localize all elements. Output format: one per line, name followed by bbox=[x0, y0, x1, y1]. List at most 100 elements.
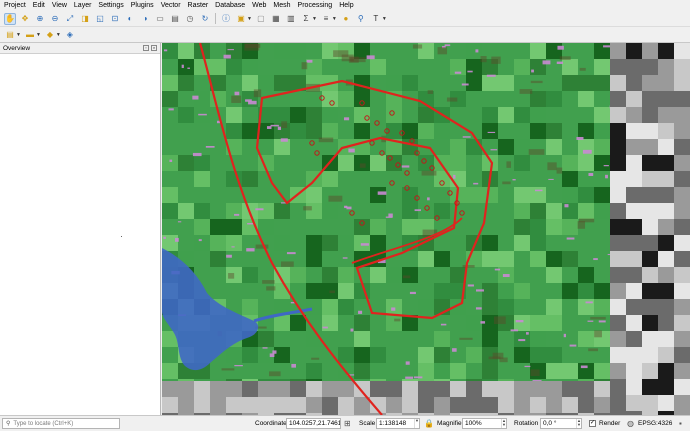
landuse-patch bbox=[526, 332, 529, 335]
menu-mesh[interactable]: Mesh bbox=[273, 0, 290, 11]
terrain-patch bbox=[559, 56, 571, 60]
terrain-patch bbox=[594, 330, 602, 338]
overview-panel: Overview ▫ × bbox=[0, 43, 161, 415]
map-tips-icon[interactable]: ● bbox=[340, 13, 352, 25]
menu-help[interactable]: Help bbox=[339, 0, 353, 11]
stepper-icon[interactable]: ▲ ▼ bbox=[501, 419, 506, 428]
map-render[interactable] bbox=[162, 43, 690, 415]
statistics-icon[interactable]: Σ bbox=[300, 13, 312, 25]
gray-raster-cell bbox=[226, 397, 242, 413]
chevron-down-icon[interactable]: ▼ bbox=[36, 32, 41, 38]
chevron-down-icon[interactable]: ▼ bbox=[332, 16, 337, 22]
menu-database[interactable]: Database bbox=[215, 0, 245, 11]
field-calculator-icon[interactable]: ▥ bbox=[285, 13, 297, 25]
zoom-native-icon[interactable]: ⊡ bbox=[109, 13, 121, 25]
measure-icon[interactable]: ≡ bbox=[320, 13, 332, 25]
bookmark-icon[interactable]: ⚲ bbox=[355, 13, 367, 25]
menu-processing[interactable]: Processing bbox=[298, 0, 333, 11]
zoom-in-icon[interactable]: ⊕ bbox=[34, 13, 46, 25]
gray-raster-cell bbox=[306, 397, 322, 413]
menu-vector[interactable]: Vector bbox=[161, 0, 181, 11]
refresh-icon[interactable]: ↻ bbox=[199, 13, 211, 25]
chevron-down-icon[interactable]: ▼ bbox=[312, 16, 317, 22]
gray-raster-cell bbox=[626, 75, 642, 91]
zoom-last-icon[interactable]: ◐ bbox=[124, 13, 136, 25]
chevron-down-icon[interactable]: ▼ bbox=[16, 32, 21, 38]
landuse-patch bbox=[454, 71, 462, 74]
map-canvas[interactable] bbox=[162, 43, 690, 415]
stepper-icon[interactable]: ▲ ▼ bbox=[576, 419, 581, 428]
raster-cell bbox=[546, 267, 562, 283]
raster-cell bbox=[402, 75, 418, 91]
new-project-icon[interactable]: ▤ bbox=[4, 29, 16, 41]
chevron-down-icon[interactable]: ▼ bbox=[414, 419, 419, 428]
attribute-table-icon[interactable]: ▦ bbox=[270, 13, 282, 25]
gray-raster-cell bbox=[658, 395, 674, 411]
chevron-down-icon[interactable]: ▼ bbox=[247, 16, 252, 22]
zoom-full-icon[interactable]: ⤢ bbox=[64, 13, 76, 25]
render-checkbox[interactable]: ✓ bbox=[589, 420, 596, 427]
landuse-patch bbox=[234, 365, 243, 367]
overview-canvas[interactable] bbox=[0, 53, 160, 415]
terrain-patch bbox=[556, 167, 563, 174]
gray-raster-cell bbox=[322, 397, 338, 413]
raster-cell bbox=[466, 347, 482, 363]
open-project-icon[interactable]: ▬ bbox=[24, 29, 36, 41]
raster-cell bbox=[578, 283, 594, 299]
scale-field[interactable]: 1:138148 ▼ bbox=[376, 418, 420, 429]
gray-raster-cell bbox=[674, 59, 690, 75]
float-panel-icon[interactable]: ▫ bbox=[143, 45, 149, 51]
raster-cell bbox=[594, 107, 610, 123]
menu-edit[interactable]: Edit bbox=[33, 0, 45, 11]
messages-icon[interactable]: ▪ bbox=[679, 419, 682, 429]
coordinate-field[interactable]: 104.0257,21.7461 bbox=[286, 418, 341, 429]
raster-cell bbox=[546, 363, 562, 379]
raster-cell bbox=[338, 347, 354, 363]
locator-search-field[interactable]: ⚲ Type to locate (Ctrl+K) bbox=[2, 418, 120, 429]
zoom-out-icon[interactable]: ⊖ bbox=[49, 13, 61, 25]
landuse-patch bbox=[576, 136, 584, 140]
gray-raster-cell bbox=[610, 235, 626, 251]
raster-cell bbox=[354, 91, 370, 107]
menu-project[interactable]: Project bbox=[4, 0, 26, 11]
menu-plugins[interactable]: Plugins bbox=[131, 0, 154, 11]
temporal-controller-icon[interactable]: ◷ bbox=[184, 13, 196, 25]
raster-cell bbox=[370, 59, 386, 75]
save-project-icon[interactable]: ◆ bbox=[44, 29, 56, 41]
crs-label[interactable]: EPSG:4326 bbox=[638, 419, 672, 429]
menu-settings[interactable]: Settings bbox=[98, 0, 123, 11]
raster-cell bbox=[530, 187, 546, 203]
close-icon[interactable]: × bbox=[151, 45, 157, 51]
text-annotation-icon[interactable]: T bbox=[370, 13, 382, 25]
select-features-icon[interactable]: ▣ bbox=[235, 13, 247, 25]
menu-raster[interactable]: Raster bbox=[188, 0, 209, 11]
raster-cell bbox=[466, 315, 482, 331]
raster-cell bbox=[482, 251, 498, 267]
extents-toggle-icon[interactable]: ⊞ bbox=[344, 419, 351, 429]
chevron-down-icon[interactable]: ▼ bbox=[382, 16, 387, 22]
zoom-next-icon[interactable]: ◑ bbox=[139, 13, 151, 25]
pan-hand-icon[interactable]: ✋ bbox=[4, 12, 16, 25]
pan-to-selection-icon[interactable]: ✥ bbox=[19, 13, 31, 25]
zoom-to-selection-icon[interactable]: ◨ bbox=[79, 13, 91, 25]
deselect-icon[interactable]: ▢ bbox=[255, 13, 267, 25]
gray-raster-cell bbox=[482, 397, 498, 413]
menu-layer[interactable]: Layer bbox=[74, 0, 92, 11]
crs-globe-icon[interactable]: ◍ bbox=[627, 419, 634, 429]
raster-cell bbox=[386, 267, 402, 283]
identify-icon[interactable]: ⓘ bbox=[220, 13, 232, 25]
terrain-patch bbox=[280, 261, 294, 267]
layout-manager-icon[interactable]: ◈ bbox=[64, 29, 76, 41]
landuse-patch bbox=[453, 174, 456, 179]
zoom-to-layer-icon[interactable]: ◱ bbox=[94, 13, 106, 25]
rotation-field[interactable]: 0,0 ° ▲ ▼ bbox=[540, 418, 582, 429]
new-3d-view-icon[interactable]: ▤ bbox=[169, 13, 181, 25]
gray-raster-cell bbox=[658, 299, 674, 315]
menu-view[interactable]: View bbox=[52, 0, 67, 11]
menu-web[interactable]: Web bbox=[252, 0, 266, 11]
magnifier-field[interactable]: 100% ▲ ▼ bbox=[462, 418, 507, 429]
new-map-view-icon[interactable]: ▭ bbox=[154, 13, 166, 25]
lock-scale-icon[interactable]: 🔒 bbox=[424, 419, 434, 429]
chevron-down-icon[interactable]: ▼ bbox=[56, 32, 61, 38]
raster-cell bbox=[306, 123, 322, 139]
